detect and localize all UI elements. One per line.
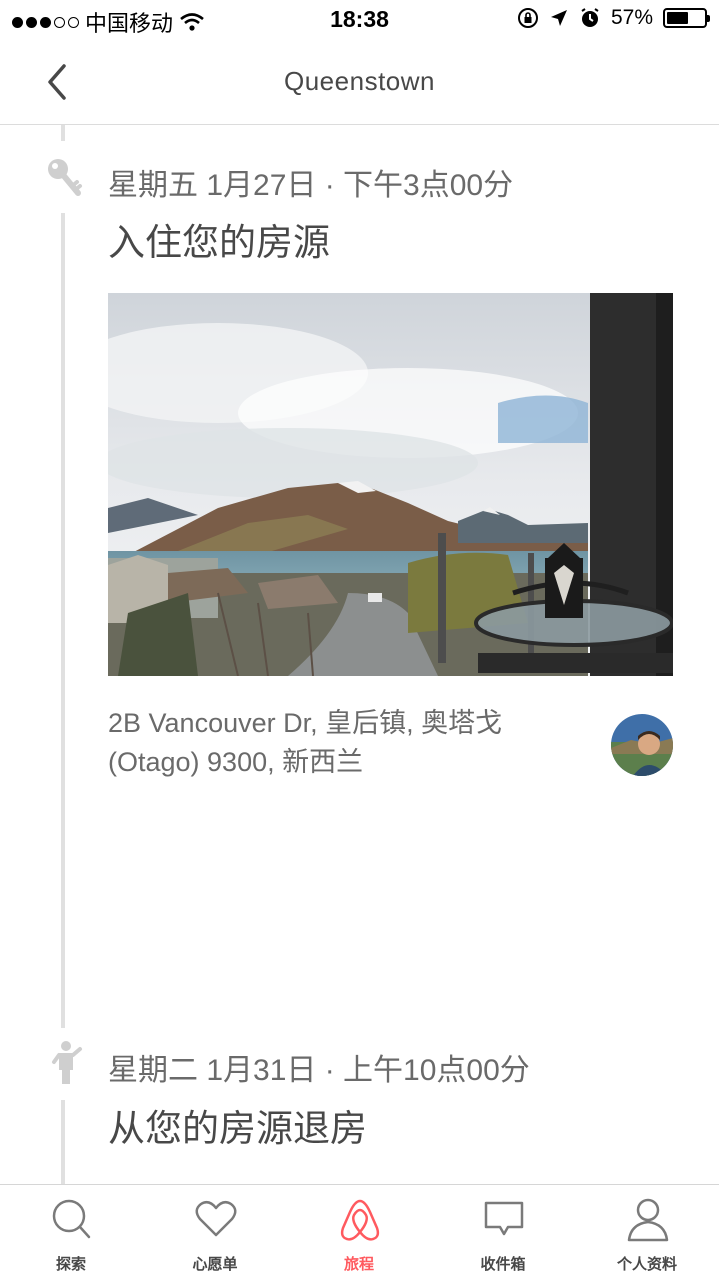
event-title: 入住您的房源 bbox=[108, 222, 330, 263]
event-date: 星期五 1月27日 · 下午3点00分 bbox=[108, 169, 514, 202]
location-arrow-icon bbox=[550, 10, 567, 26]
tab-profile[interactable]: 个人资料 bbox=[587, 1185, 707, 1281]
tab-label: 旅程 bbox=[343, 1256, 374, 1273]
battery-icon bbox=[663, 8, 710, 28]
battery-percent: 57% bbox=[610, 6, 653, 29]
tab-label: 收件箱 bbox=[480, 1256, 526, 1273]
navigation-bar: Queenstown bbox=[0, 40, 719, 125]
person-leaving-icon bbox=[52, 1041, 82, 1084]
listing-address[interactable]: 2B Vancouver Dr, 皇后镇, 奥塔戈 (Otago) 9300, … bbox=[108, 704, 588, 782]
event-title: 从您的房源退房 bbox=[108, 1108, 367, 1149]
timeline-line bbox=[61, 213, 65, 1028]
chat-bubble-icon bbox=[484, 1201, 524, 1236]
host-avatar[interactable] bbox=[611, 714, 673, 776]
status-right: 57% bbox=[517, 6, 710, 30]
listing-photo[interactable] bbox=[108, 293, 673, 676]
event-date: 星期二 1月31日 · 上午10点00分 bbox=[108, 1054, 530, 1087]
tab-explore[interactable]: 探索 bbox=[11, 1185, 131, 1281]
tab-label: 探索 bbox=[55, 1256, 86, 1273]
page-title: Queenstown bbox=[284, 66, 435, 96]
orientation-lock-icon bbox=[517, 8, 538, 28]
tab-label: 心愿单 bbox=[192, 1256, 238, 1273]
avatar-image bbox=[611, 714, 673, 776]
timeline-line bbox=[61, 1100, 65, 1184]
tab-bar: 探索 心愿单 旅程 收件箱 个人资料 bbox=[0, 1184, 719, 1281]
key-icon bbox=[48, 159, 82, 196]
airbnb-logo-icon bbox=[340, 1199, 380, 1241]
timeline-line bbox=[61, 125, 65, 141]
tab-label: 个人资料 bbox=[616, 1256, 677, 1273]
listing-photo-image bbox=[108, 293, 673, 676]
profile-icon bbox=[627, 1198, 669, 1242]
alarm-icon bbox=[581, 8, 599, 27]
tab-inbox[interactable]: 收件箱 bbox=[443, 1185, 563, 1281]
battery-fill bbox=[667, 12, 688, 24]
search-icon bbox=[52, 1199, 91, 1239]
tab-trips[interactable]: 旅程 bbox=[299, 1185, 419, 1281]
heart-icon bbox=[195, 1200, 237, 1237]
status-bar: 中国移动 18:38 57% bbox=[0, 0, 719, 40]
tab-wishlist[interactable]: 心愿单 bbox=[155, 1185, 275, 1281]
